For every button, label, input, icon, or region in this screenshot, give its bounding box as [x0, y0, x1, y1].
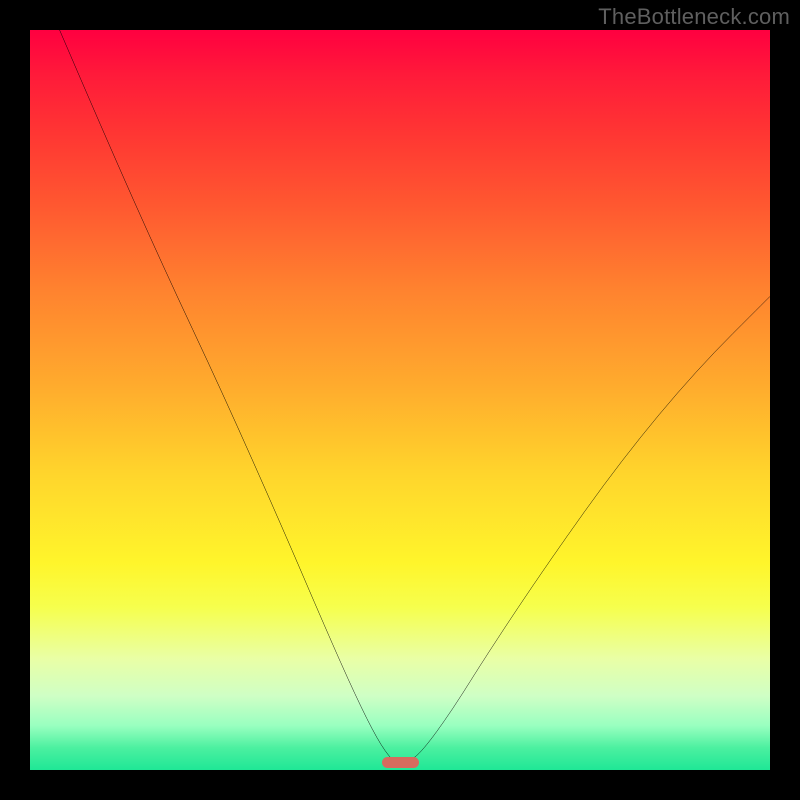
optimum-marker: [382, 757, 419, 768]
watermark-label: TheBottleneck.com: [598, 4, 790, 30]
chart-frame: TheBottleneck.com: [0, 0, 800, 800]
plot-area: [30, 30, 770, 770]
bottleneck-curve: [30, 30, 770, 770]
